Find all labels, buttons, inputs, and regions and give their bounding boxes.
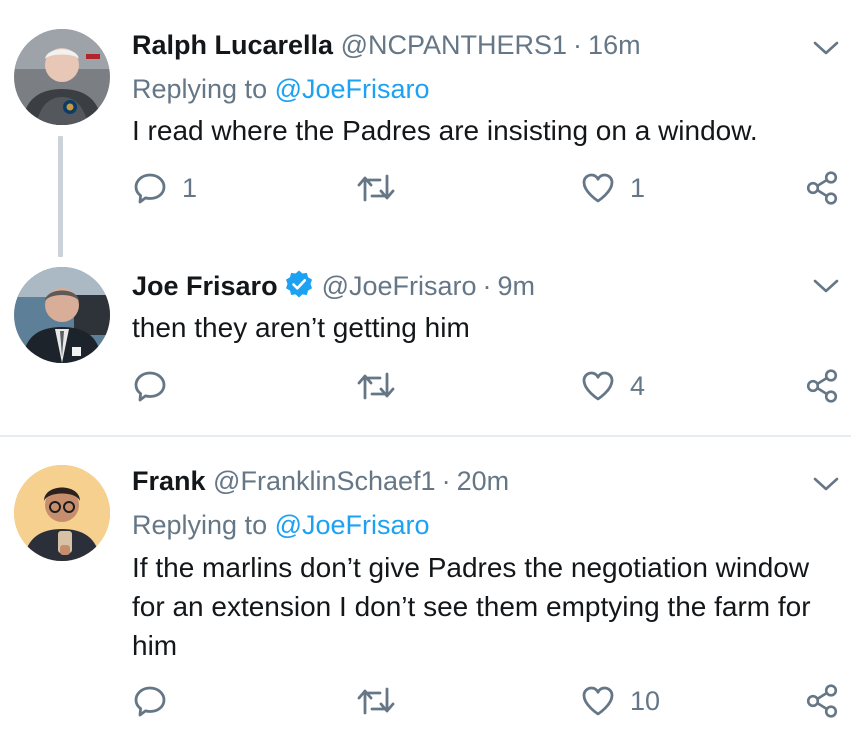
tweet-header: Ralph Lucarella @NCPANTHERS1 · 16m [132, 29, 641, 61]
tweet-3[interactable]: Frank @FranklinSchaef1 · 20m Replying to @… [0, 437, 851, 750]
display-name[interactable]: Frank [132, 466, 206, 496]
display-name[interactable]: Joe Frisaro [132, 271, 278, 301]
avatar[interactable] [14, 465, 110, 561]
retweet-icon [356, 368, 396, 404]
reply-icon [132, 368, 168, 404]
share-button[interactable] [804, 683, 840, 719]
timestamp[interactable]: 20m [457, 466, 510, 496]
separator-dot: · [573, 30, 583, 60]
reply-button[interactable] [132, 368, 182, 404]
display-name[interactable]: Ralph Lucarella [132, 30, 333, 60]
avatar[interactable] [14, 267, 110, 363]
chevron-down-icon[interactable] [812, 38, 840, 58]
tweet-header: Frank @FranklinSchaef1 · 20m [132, 465, 509, 497]
tweet-2[interactable]: Joe Frisaro @JoeFrisaro · 9m then they aren… [0, 258, 851, 435]
reply-button[interactable]: 1 [132, 170, 197, 206]
like-button[interactable]: 1 [580, 170, 645, 206]
chevron-down-icon[interactable] [812, 474, 840, 494]
retweet-button[interactable] [356, 170, 396, 206]
tweet-text: then they aren’t getting him [132, 312, 470, 343]
replying-to-label: Replying to [132, 74, 268, 104]
separator-dot: · [441, 466, 451, 496]
reply-icon [132, 170, 168, 206]
reply-icon [132, 683, 168, 719]
share-icon [804, 368, 840, 404]
heart-icon [580, 683, 616, 719]
tweet-header: Joe Frisaro @JoeFrisaro · 9m [132, 269, 535, 302]
retweet-button[interactable] [356, 683, 396, 719]
timestamp[interactable]: 16m [588, 30, 641, 60]
like-count: 4 [630, 370, 646, 401]
tweet-text: I read where the Padres are insisting on… [132, 115, 758, 146]
user-handle[interactable]: @NCPANTHERS1 [341, 30, 567, 60]
user-handle[interactable]: @JoeFrisaro [322, 271, 477, 301]
retweet-icon [356, 683, 396, 719]
replying-to-label: Replying to [132, 510, 268, 540]
avatar[interactable] [14, 29, 110, 125]
mention-link[interactable]: @JoeFrisaro [275, 74, 430, 104]
tweet-1[interactable]: Ralph Lucarella @NCPANTHERS1 · 16m Replyin… [0, 0, 851, 258]
share-icon [804, 683, 840, 719]
tweet-text: If the marlins don’t give Padres the neg… [132, 552, 811, 661]
reply-button[interactable] [132, 683, 182, 719]
heart-icon [580, 368, 616, 404]
like-count: 10 [630, 685, 661, 716]
verified-badge-icon [285, 270, 312, 298]
timestamp[interactable]: 9m [498, 271, 536, 301]
chevron-down-icon[interactable] [812, 276, 840, 296]
replying-to: Replying to @JoeFrisaro [132, 509, 430, 541]
like-count: 1 [630, 172, 646, 203]
share-button[interactable] [804, 368, 840, 404]
retweet-icon [356, 170, 396, 206]
mention-link[interactable]: @JoeFrisaro [275, 510, 430, 540]
share-button[interactable] [804, 170, 840, 206]
user-handle[interactable]: @FranklinSchaef1 [213, 466, 436, 496]
share-icon [804, 170, 840, 206]
thread-line [58, 136, 63, 257]
separator-dot: · [482, 271, 492, 301]
like-button[interactable]: 4 [580, 368, 645, 404]
heart-icon [580, 170, 616, 206]
replying-to: Replying to @JoeFrisaro [132, 73, 430, 105]
reply-count: 1 [182, 172, 198, 203]
like-button[interactable]: 10 [580, 683, 660, 719]
retweet-button[interactable] [356, 368, 396, 404]
